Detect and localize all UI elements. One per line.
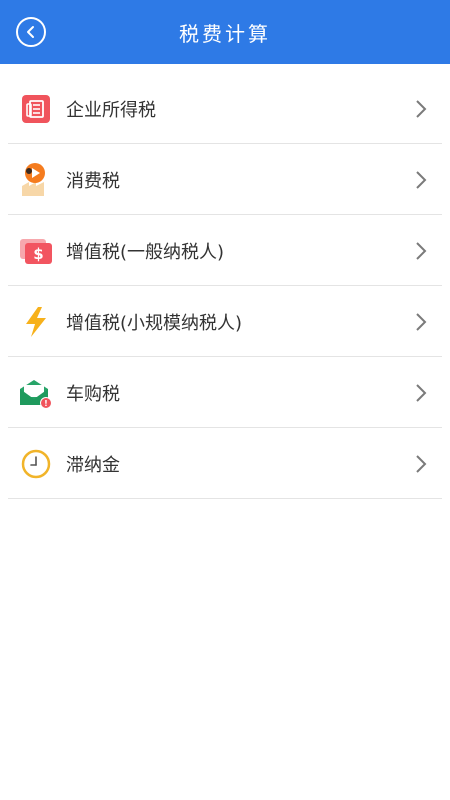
svg-text:!: ! [44, 399, 48, 408]
list-item-label: 增值税(一般纳税人) [66, 241, 225, 263]
page-title: 税费计算 [179, 21, 271, 46]
dollar-card-icon: $ [19, 234, 53, 268]
list-item-label: 企业所得税 [66, 99, 156, 121]
tax-calculator-screen: 税费计算 企业所得税 消费税 $ 增值税(一般纳税人) 增值税(小规模纳税人) … [0, 0, 450, 800]
list-item-vat-general-taxpayer[interactable]: $ 增值税(一般纳税人) [0, 215, 450, 286]
list-item-vehicle-purchase-tax[interactable]: ! 车购税 [0, 357, 450, 428]
chevron-right-icon [416, 241, 427, 260]
svg-text:$: $ [33, 245, 43, 263]
back-button[interactable] [16, 17, 46, 47]
list-item-consumption-tax[interactable]: 消费税 [0, 144, 450, 215]
chevron-right-icon [416, 99, 427, 118]
chevron-right-icon [416, 312, 427, 331]
list-item-label: 滞纳金 [66, 454, 120, 476]
list-item-label: 车购税 [66, 383, 120, 405]
back-arrow-circle-icon [27, 26, 34, 38]
chevron-right-icon [416, 454, 427, 473]
clock-icon [19, 447, 53, 481]
document-icon [19, 92, 53, 126]
tax-list: 企业所得税 消费税 $ 增值税(一般纳税人) 增值税(小规模纳税人) ! 车购税… [0, 73, 450, 499]
list-item-vat-small-scale-taxpayer[interactable]: 增值税(小规模纳税人) [0, 286, 450, 357]
list-item-corporate-income-tax[interactable]: 企业所得税 [0, 73, 450, 144]
chevron-right-icon [416, 383, 427, 402]
list-item-label: 增值税(小规模纳税人) [66, 312, 243, 334]
factory-play-icon [19, 162, 53, 197]
lightning-bolt-icon [19, 305, 53, 339]
header-bar: 税费计算 [0, 0, 450, 64]
list-item-label: 消费税 [66, 170, 120, 192]
list-item-late-fee[interactable]: 滞纳金 [0, 428, 450, 499]
envelope-badge-icon: ! [19, 376, 53, 410]
chevron-right-icon [416, 170, 427, 189]
